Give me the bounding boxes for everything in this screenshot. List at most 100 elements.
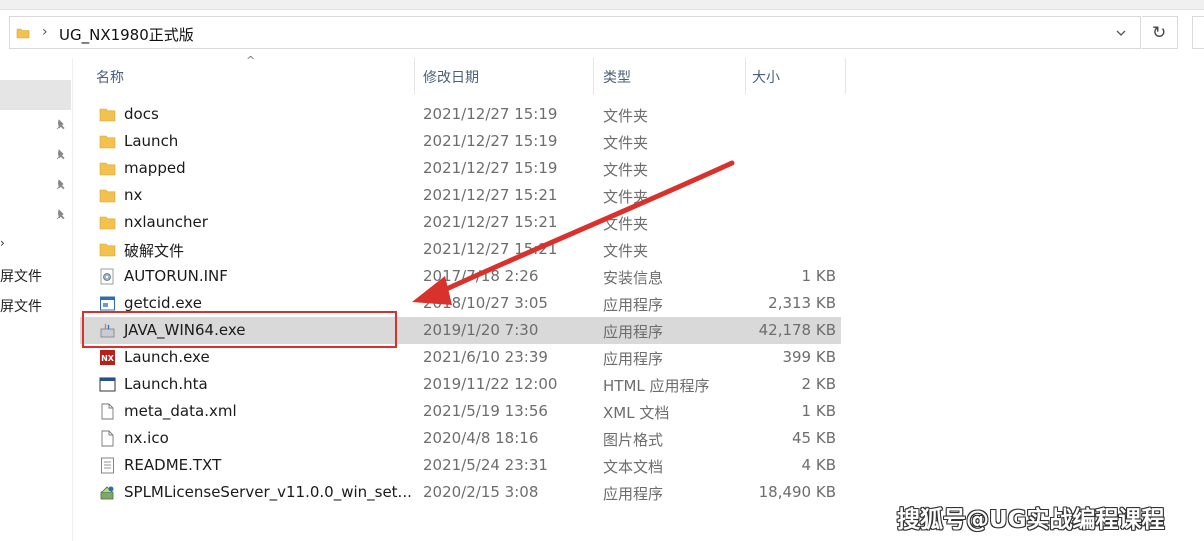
hta-window-icon — [99, 377, 116, 392]
column-date[interactable]: 修改日期 — [423, 67, 479, 87]
address-bar[interactable]: › UG_NX1980正式版 — [9, 16, 1141, 49]
setup-info-icon — [100, 268, 114, 285]
file-date: 2019/1/20 7:30 — [423, 321, 539, 339]
nav-expander[interactable]: › — [0, 236, 5, 250]
file-row[interactable]: NX Launch.exe 2021/6/10 23:39 应用程序 399 K… — [80, 344, 841, 371]
text-document-icon — [101, 457, 114, 474]
document-icon — [101, 430, 114, 447]
app-window-icon — [100, 296, 115, 311]
file-type: XML 文档 — [603, 404, 670, 422]
nav-item[interactable]: 屏文件 — [0, 296, 42, 316]
file-type: 文件夹 — [603, 242, 649, 260]
folder-icon — [99, 243, 116, 257]
file-type: 文件夹 — [603, 188, 649, 206]
file-name: Launch.hta — [124, 375, 208, 393]
file-name: Launch.exe — [124, 348, 210, 366]
file-type: HTML 应用程序 — [603, 377, 710, 395]
file-size: 1 KB — [801, 402, 836, 420]
file-row[interactable]: meta_data.xml 2021/5/19 13:56 XML 文档 1 K… — [80, 398, 841, 425]
file-date: 2020/4/8 18:16 — [423, 429, 539, 447]
highlight-box — [82, 311, 397, 348]
column-divider[interactable] — [593, 58, 594, 94]
file-size: 18,490 KB — [758, 483, 836, 501]
chevron-down-icon[interactable] — [1114, 26, 1128, 40]
file-row[interactable]: README.TXT 2021/5/24 23:31 文本文档 4 KB — [80, 452, 841, 479]
file-date: 2021/6/10 23:39 — [423, 348, 548, 366]
refresh-button[interactable]: ↻ — [1142, 16, 1178, 49]
file-date: 2021/5/24 23:31 — [423, 456, 548, 474]
search-box[interactable] — [1192, 16, 1204, 49]
window-top-strip — [0, 0, 1204, 10]
file-date: 2020/2/15 3:08 — [423, 483, 539, 501]
nx-logo-icon: NX — [100, 350, 115, 365]
file-type: 文件夹 — [603, 215, 649, 233]
breadcrumb-current-folder[interactable]: UG_NX1980正式版 — [59, 24, 194, 45]
file-row[interactable]: Launch 2021/12/27 15:19 文件夹 — [80, 128, 841, 155]
file-date: 2021/12/27 15:19 — [423, 105, 558, 123]
pin-icon[interactable] — [55, 119, 67, 131]
file-row[interactable]: SPLMLicenseServer_v11.0.0_win_set... 202… — [80, 479, 841, 506]
nav-selected-item[interactable] — [0, 80, 71, 110]
file-size: 1 KB — [801, 267, 836, 285]
folder-icon — [99, 135, 116, 149]
file-row[interactable]: AUTORUN.INF 2017/7/18 2:26 安装信息 1 KB — [80, 263, 841, 290]
file-type: 应用程序 — [603, 323, 664, 341]
column-size[interactable]: 大小 — [752, 67, 780, 87]
file-size: 4 KB — [801, 456, 836, 474]
file-size: 42,178 KB — [758, 321, 836, 339]
file-name: README.TXT — [124, 456, 222, 474]
file-type: 文件夹 — [603, 107, 649, 125]
file-date: 2018/10/27 3:05 — [423, 294, 548, 312]
file-row[interactable]: nx.ico 2020/4/8 18:16 图片格式 45 KB — [80, 425, 841, 452]
column-name[interactable]: 名称 — [96, 67, 124, 87]
file-date: 2017/7/18 2:26 — [423, 267, 539, 285]
file-name: mapped — [124, 159, 186, 177]
pin-icon[interactable] — [55, 179, 67, 191]
file-name: meta_data.xml — [124, 402, 237, 420]
file-size: 399 KB — [782, 348, 836, 366]
file-name: docs — [124, 105, 159, 123]
folder-icon — [99, 216, 116, 230]
file-date: 2021/12/27 15:19 — [423, 159, 558, 177]
installer-package-icon — [100, 486, 114, 500]
file-name: SPLMLicenseServer_v11.0.0_win_set... — [124, 483, 412, 501]
column-divider[interactable] — [745, 58, 746, 94]
file-row[interactable]: nxlauncher 2021/12/27 15:21 文件夹 — [80, 209, 841, 236]
nav-item[interactable]: 屏文件 — [0, 266, 42, 286]
folder-icon — [99, 189, 116, 203]
file-name: nxlauncher — [124, 213, 208, 231]
refresh-icon: ↻ — [1152, 23, 1167, 43]
file-size: 45 KB — [792, 429, 836, 447]
file-type: 应用程序 — [603, 350, 664, 368]
file-size: 2,313 KB — [768, 294, 836, 312]
folder-icon — [16, 28, 30, 39]
file-size: 2 KB — [801, 375, 836, 393]
file-date: 2021/12/27 15:19 — [423, 132, 558, 150]
file-row[interactable]: 破解文件 2021/12/27 15:21 文件夹 — [80, 236, 841, 263]
column-divider[interactable] — [414, 58, 415, 94]
file-name: getcid.exe — [124, 294, 202, 312]
pin-icon[interactable] — [55, 209, 67, 221]
file-row[interactable]: Launch.hta 2019/11/22 12:00 HTML 应用程序 2 … — [80, 371, 841, 398]
file-type: 图片格式 — [603, 431, 664, 449]
file-row[interactable]: mapped 2021/12/27 15:19 文件夹 — [80, 155, 841, 182]
column-divider[interactable] — [845, 58, 846, 94]
document-icon — [101, 403, 114, 420]
file-type: 安装信息 — [603, 269, 664, 287]
file-row[interactable]: nx 2021/12/27 15:21 文件夹 — [80, 182, 841, 209]
file-type: 文件夹 — [603, 134, 649, 152]
file-name: nx — [124, 186, 143, 204]
pin-icon[interactable] — [55, 149, 67, 161]
file-row[interactable]: docs 2021/12/27 15:19 文件夹 — [80, 101, 841, 128]
file-name: nx.ico — [124, 429, 169, 447]
file-type: 应用程序 — [603, 485, 664, 503]
breadcrumb-separator[interactable]: › — [42, 24, 48, 40]
file-date: 2021/12/27 15:21 — [423, 186, 558, 204]
file-type: 应用程序 — [603, 296, 664, 314]
file-date: 2021/12/27 15:21 — [423, 213, 558, 231]
file-date: 2021/5/19 13:56 — [423, 402, 548, 420]
navigation-pane: › 屏文件 屏文件 — [0, 58, 73, 541]
file-date: 2019/11/22 12:00 — [423, 375, 558, 393]
watermark-text: 搜狐号@UG实战编程课程 — [897, 507, 1165, 533]
column-type[interactable]: 类型 — [603, 67, 631, 87]
